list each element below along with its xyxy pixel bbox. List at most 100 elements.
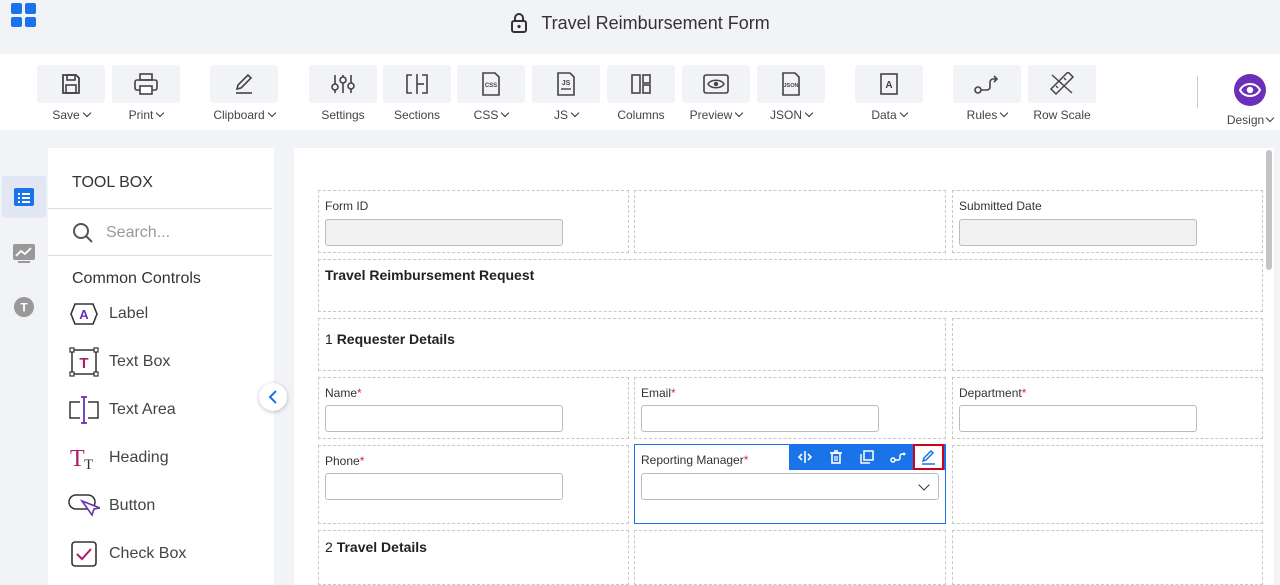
data-icon: A (880, 73, 898, 95)
design-button[interactable]: Design (1222, 74, 1278, 127)
toolbar-divider (1197, 76, 1198, 108)
toolbar-rules-label: Rules (966, 108, 998, 122)
delete-control-button[interactable] (820, 444, 851, 470)
toolbar-settings[interactable]: Settings (309, 65, 377, 122)
control-label-text: Label (109, 305, 149, 322)
empty-cell[interactable] (634, 530, 946, 585)
resize-control-button[interactable] (789, 444, 820, 470)
printer-icon (134, 73, 158, 95)
toolbar-row-scale[interactable]: Row Scale (1028, 65, 1096, 122)
rules-control-button[interactable] (882, 444, 913, 470)
form-id-input[interactable] (325, 219, 563, 246)
toolbar-css-label: CSS (473, 108, 499, 122)
chevron-down-icon (899, 108, 908, 118)
toolbar-save[interactable]: Save (37, 65, 105, 122)
travel-section-cell[interactable]: 2 Travel Details (318, 530, 629, 585)
theme-icon: T (14, 297, 34, 317)
svg-text:A: A (79, 307, 89, 322)
chevron-left-icon (268, 390, 277, 404)
rail-theme-button[interactable]: T (2, 286, 46, 328)
control-text-area-text: Text Area (109, 401, 176, 418)
canvas-scrollbar[interactable] (1266, 150, 1272, 270)
divider (48, 208, 272, 209)
toolbar-data-label: Data (871, 108, 897, 122)
submitted-date-cell[interactable]: Submitted Date (952, 190, 1263, 253)
divider (48, 255, 272, 256)
search-icon (73, 223, 93, 243)
empty-cell[interactable] (952, 530, 1263, 585)
toolbar-save-label: Save (52, 108, 80, 122)
toolbar-rules[interactable]: Rules (953, 65, 1021, 122)
toolbar-settings-label: Settings (321, 108, 365, 122)
toolbar-js[interactable]: JS JS (532, 65, 600, 122)
request-heading-cell[interactable]: Travel Reimbursement Request (318, 259, 1263, 312)
toolbox-search[interactable] (72, 222, 246, 244)
label-icon: A (70, 303, 98, 325)
form-list-icon (14, 188, 34, 206)
phone-cell[interactable]: Phone* (318, 445, 629, 524)
text-box-icon: T (69, 347, 99, 377)
department-cell[interactable]: Department* (952, 377, 1263, 439)
department-label: Department* (959, 386, 1027, 400)
toolbar-sections[interactable]: Sections (383, 65, 451, 122)
copy-control-button[interactable] (851, 444, 882, 470)
toolbar-row-scale-label: Row Scale (1033, 108, 1091, 122)
toolbar-print[interactable]: Print (112, 65, 180, 122)
control-label[interactable]: A Label (68, 297, 148, 331)
toolbar-clipboard-label: Clipboard (213, 108, 265, 122)
collapse-toolbox-button[interactable] (259, 383, 287, 411)
email-input[interactable] (641, 405, 879, 432)
control-check-box[interactable]: Check Box (68, 537, 186, 571)
search-input[interactable] (106, 224, 246, 242)
email-label: Email* (641, 386, 676, 400)
toolbar-preview-label: Preview (689, 108, 733, 122)
control-action-bar (789, 444, 946, 470)
toolbar-json[interactable]: JSON JSON (757, 65, 825, 122)
common-controls-heading: Common Controls (72, 270, 201, 287)
sliders-icon (331, 75, 355, 93)
form-title: Travel Reimbursement Form (541, 12, 770, 33)
json-file-icon: JSON (782, 72, 800, 96)
svg-text:T: T (20, 301, 28, 315)
chevron-down-icon (156, 108, 165, 118)
chart-icon (13, 244, 35, 263)
toolbar-columns[interactable]: Columns (607, 65, 675, 122)
svg-text:T: T (84, 457, 93, 472)
rail-reports-button[interactable] (2, 232, 46, 274)
control-heading[interactable]: TT Heading (68, 441, 169, 475)
empty-cell[interactable] (952, 445, 1263, 524)
css-file-icon: CSS (482, 72, 500, 96)
chevron-down-icon (501, 108, 510, 118)
rail-form-button[interactable] (2, 176, 46, 218)
toolbar-columns-label: Columns (617, 108, 665, 122)
preview-eye-icon (703, 74, 729, 94)
toolbar-clipboard[interactable]: Clipboard (210, 65, 278, 122)
chevron-down-icon (735, 108, 744, 118)
phone-label: Phone* (325, 454, 365, 468)
svg-text:JS: JS (562, 80, 571, 87)
design-label: Design (1226, 113, 1265, 127)
control-text-area[interactable]: Text Area (68, 393, 176, 427)
submitted-date-input[interactable] (959, 219, 1197, 246)
phone-input[interactable] (325, 473, 563, 500)
toolbar-preview[interactable]: Preview (682, 65, 750, 122)
requester-section-cell[interactable]: 1 Requester Details (318, 318, 946, 371)
lock-icon (511, 13, 528, 34)
pencil-icon (921, 449, 935, 465)
form-id-cell[interactable]: Form ID (318, 190, 629, 253)
name-input[interactable] (325, 405, 563, 432)
email-cell[interactable]: Email* (634, 377, 946, 439)
edit-control-button[interactable] (913, 444, 944, 470)
control-button-text: Button (109, 497, 156, 514)
department-input[interactable] (959, 405, 1197, 432)
control-button[interactable]: Button (68, 489, 155, 523)
empty-cell[interactable] (634, 190, 946, 253)
toolbar-css[interactable]: CSS CSS (457, 65, 525, 122)
empty-cell[interactable] (952, 318, 1263, 371)
chevron-down-icon (570, 108, 580, 118)
toolbar-data[interactable]: A Data (855, 65, 923, 122)
name-cell[interactable]: Name* (318, 377, 629, 439)
reporting-manager-dropdown[interactable] (641, 473, 939, 500)
control-text-box[interactable]: T Text Box (68, 345, 170, 379)
js-file-icon: JS (557, 72, 575, 96)
